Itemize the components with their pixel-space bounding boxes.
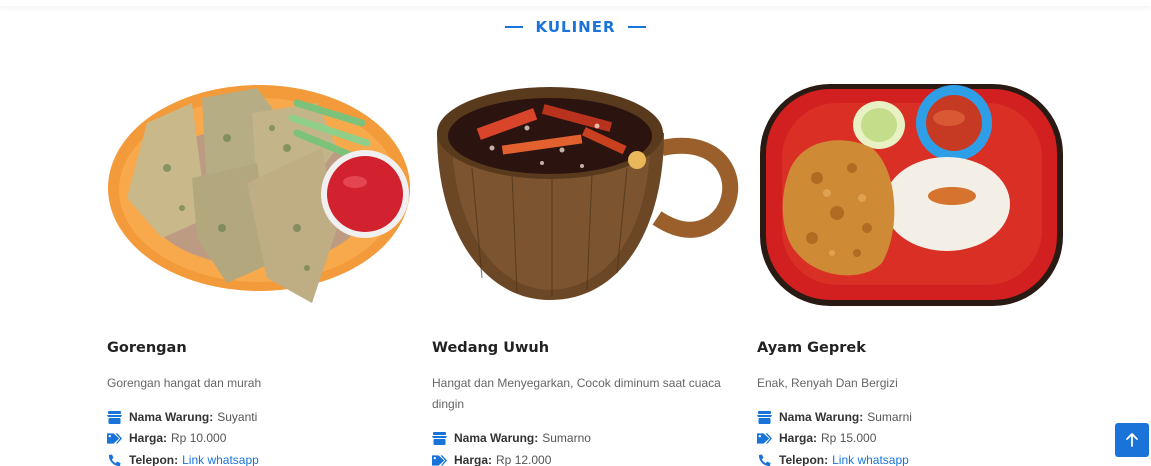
warung-label: Nama Warung: <box>454 431 539 445</box>
tag-icon <box>432 453 447 466</box>
phone-icon <box>107 453 122 466</box>
harga-value: Rp 15.000 <box>821 431 877 445</box>
food-name: Ayam Geprek <box>757 340 866 356</box>
warung-row: Nama Warung: Sumarno <box>432 429 591 447</box>
whatsapp-link[interactable]: Link whatsapp <box>832 453 909 466</box>
arrow-up-icon <box>1126 433 1138 447</box>
food-description: Gorengan hangat dan murah <box>107 376 262 390</box>
harga-value: Rp 12.000 <box>496 453 552 466</box>
telepon-label: Telepon: <box>779 453 829 466</box>
section-title-text: KULINER <box>535 18 616 36</box>
harga-row: Harga: Rp 12.000 <box>432 451 551 466</box>
phone-icon <box>757 453 772 466</box>
tag-icon <box>107 431 122 446</box>
food-card-wedang-uwuh: Wedang Uwuh Hangat dan Menyegarkan, Coco… <box>432 78 742 466</box>
store-icon <box>757 410 772 425</box>
warung-row: Nama Warung: Suyanti <box>107 408 257 426</box>
harga-label: Harga: <box>129 431 168 445</box>
header-shadow <box>0 0 1151 6</box>
warung-value: Sumarno <box>542 431 591 445</box>
telepon-row: Telepon: Link whatsapp <box>107 451 259 466</box>
warung-row: Nama Warung: Sumarni <box>757 408 912 426</box>
section-title: KULINER <box>0 18 1151 36</box>
telepon-row: Telepon: Link whatsapp <box>757 451 909 466</box>
ayam-geprek-image <box>760 84 1063 306</box>
food-name: Gorengan <box>107 340 187 356</box>
warung-label: Nama Warung: <box>129 410 214 424</box>
food-description: Hangat dan Menyegarkan, Cocok diminum sa… <box>432 376 721 411</box>
store-icon <box>107 410 122 425</box>
harga-label: Harga: <box>779 431 818 445</box>
harga-row: Harga: Rp 15.000 <box>757 429 876 447</box>
harga-label: Harga: <box>454 453 493 466</box>
warung-value: Suyanti <box>217 410 258 424</box>
gorengan-image <box>108 85 410 303</box>
back-to-top-button[interactable] <box>1115 423 1149 457</box>
warung-label: Nama Warung: <box>779 410 864 424</box>
food-card-ayam-geprek: Ayam Geprek Enak, Renyah Dan Bergizi Nam… <box>757 78 1067 466</box>
wedang-uwuh-image <box>437 87 739 300</box>
food-description: Enak, Renyah Dan Bergizi <box>757 376 898 390</box>
food-name: Wedang Uwuh <box>432 340 550 356</box>
warung-value: Sumarni <box>867 410 912 424</box>
store-icon <box>432 431 447 446</box>
tag-icon <box>757 431 772 446</box>
food-card-gorengan: Gorengan Gorengan hangat dan murah Nama … <box>107 78 417 466</box>
telepon-label: Telepon: <box>129 453 179 466</box>
harga-row: Harga: Rp 10.000 <box>107 429 226 447</box>
harga-value: Rp 10.000 <box>171 431 227 445</box>
title-dash-left <box>505 26 524 28</box>
whatsapp-link[interactable]: Link whatsapp <box>182 453 259 466</box>
title-dash-right <box>627 26 646 28</box>
